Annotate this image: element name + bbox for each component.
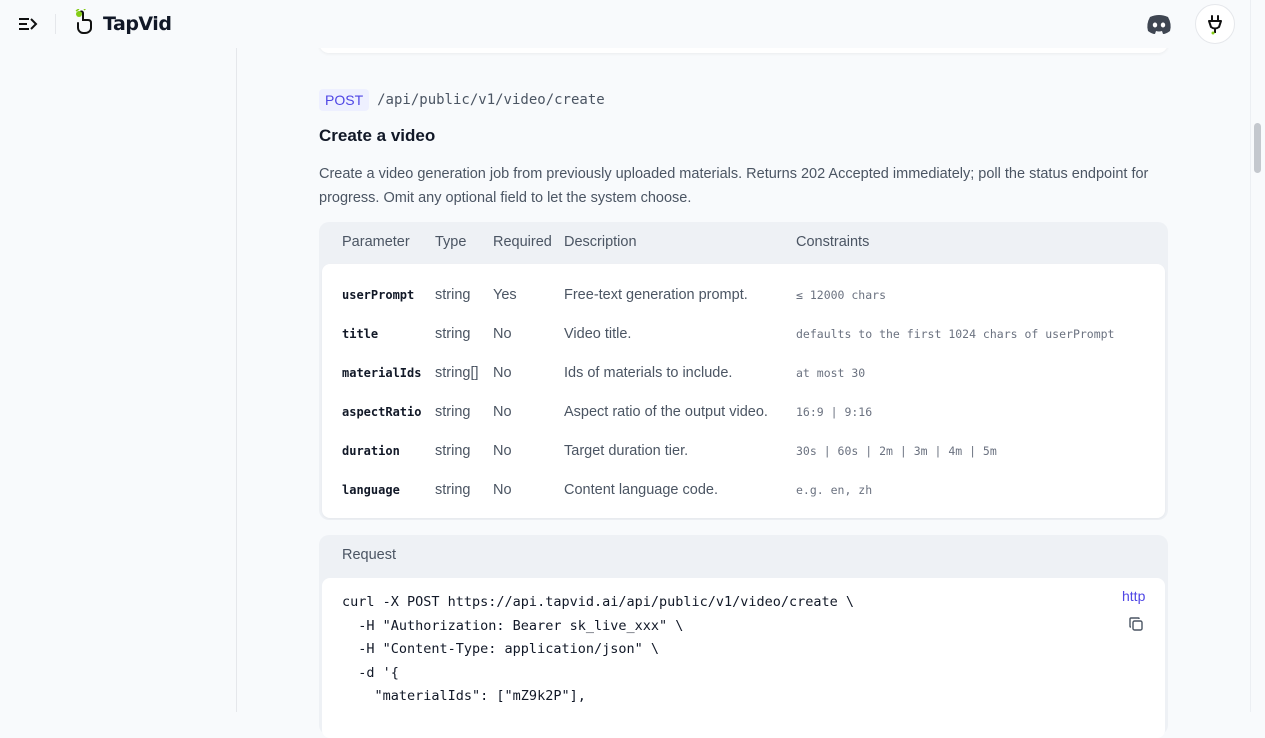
header-description: Description [564, 234, 637, 250]
method-badge: POST [319, 89, 370, 111]
header-type: Type [435, 234, 467, 250]
code-block: curl -X POST https://api.tapvid.ai/api/p… [322, 578, 1165, 738]
parameters-table: Parameter Type Required Description Cons… [319, 222, 1168, 520]
table-row: language string No Content language code… [322, 471, 1165, 510]
param-description: Video title. [564, 326, 632, 342]
header-divider [55, 14, 56, 34]
table-row: materialIds string[] No Ids of materials… [322, 354, 1165, 393]
param-constraints: e.g. en, zh [796, 483, 873, 497]
param-name: aspectRatio [342, 405, 422, 419]
endpoint-path: /api/public/v1/video/create [377, 92, 605, 108]
param-constraints: ≤ 12000 chars [796, 288, 887, 302]
header-constraints: Constraints [796, 234, 870, 250]
param-name: title [342, 327, 379, 341]
endpoint-signature: POST /api/public/v1/video/create [319, 89, 605, 111]
table-body: userPrompt string Yes Free-text generati… [322, 264, 1165, 518]
param-constraints: 16:9 | 9:16 [796, 405, 873, 419]
endpoint-title: Create a video [319, 126, 436, 145]
header-parameter: Parameter [342, 234, 410, 250]
param-description: Aspect ratio of the output video. [564, 404, 768, 420]
param-type: string [435, 443, 471, 459]
request-heading: Request [342, 547, 397, 563]
param-description: Free-text generation prompt. [564, 287, 748, 303]
param-required: No [493, 326, 512, 342]
endpoint-description: Create a video generation job from previ… [319, 166, 1149, 206]
param-type: string[] [435, 365, 479, 381]
header-required: Required [493, 234, 552, 250]
param-required: No [493, 365, 512, 381]
param-type: string [435, 287, 471, 303]
sidebar [0, 48, 237, 712]
table-row: userPrompt string Yes Free-text generati… [322, 276, 1165, 315]
brand-name: TapVid [103, 13, 172, 35]
param-constraints: 30s | 60s | 2m | 3m | 4m | 5m [796, 444, 997, 458]
param-required: No [493, 482, 512, 498]
user-avatar-icon[interactable] [1195, 4, 1235, 44]
param-description: Ids of materials to include. [564, 365, 733, 381]
request-example: Request curl -X POST https://api.tapvid.… [319, 535, 1168, 738]
menu-collapse-icon[interactable] [16, 13, 40, 35]
param-name: userPrompt [342, 288, 415, 302]
code-snippet[interactable]: curl -X POST https://api.tapvid.ai/api/p… [342, 591, 854, 709]
scrollbar-track[interactable] [1250, 0, 1265, 712]
tapvid-logo-icon [75, 6, 99, 40]
table-row: aspectRatio string No Aspect ratio of th… [322, 393, 1165, 432]
param-type: string [435, 482, 471, 498]
param-description: Content language code. [564, 482, 718, 498]
scrollbar-thumb[interactable] [1254, 123, 1261, 173]
param-required: Yes [493, 287, 517, 303]
param-name: language [342, 483, 400, 497]
top-bar: TapVid [0, 0, 1250, 48]
table-header: Parameter Type Required Description Cons… [319, 222, 1168, 264]
param-name: materialIds [342, 366, 422, 380]
brand-logo[interactable]: TapVid [75, 6, 172, 40]
param-description: Target duration tier. [564, 443, 689, 459]
param-required: No [493, 443, 512, 459]
discord-icon[interactable] [1145, 12, 1173, 36]
table-row: title string No Video title. defaults to… [322, 315, 1165, 354]
param-required: No [493, 404, 512, 420]
param-constraints: at most 30 [796, 366, 866, 380]
table-row: duration string No Target duration tier.… [322, 432, 1165, 471]
param-type: string [435, 326, 471, 342]
param-type: string [435, 404, 471, 420]
copy-icon[interactable] [1127, 615, 1145, 633]
param-constraints: defaults to the first 1024 chars of user… [796, 327, 1115, 341]
param-name: duration [342, 444, 400, 458]
code-language-tab[interactable]: http [1122, 588, 1145, 604]
